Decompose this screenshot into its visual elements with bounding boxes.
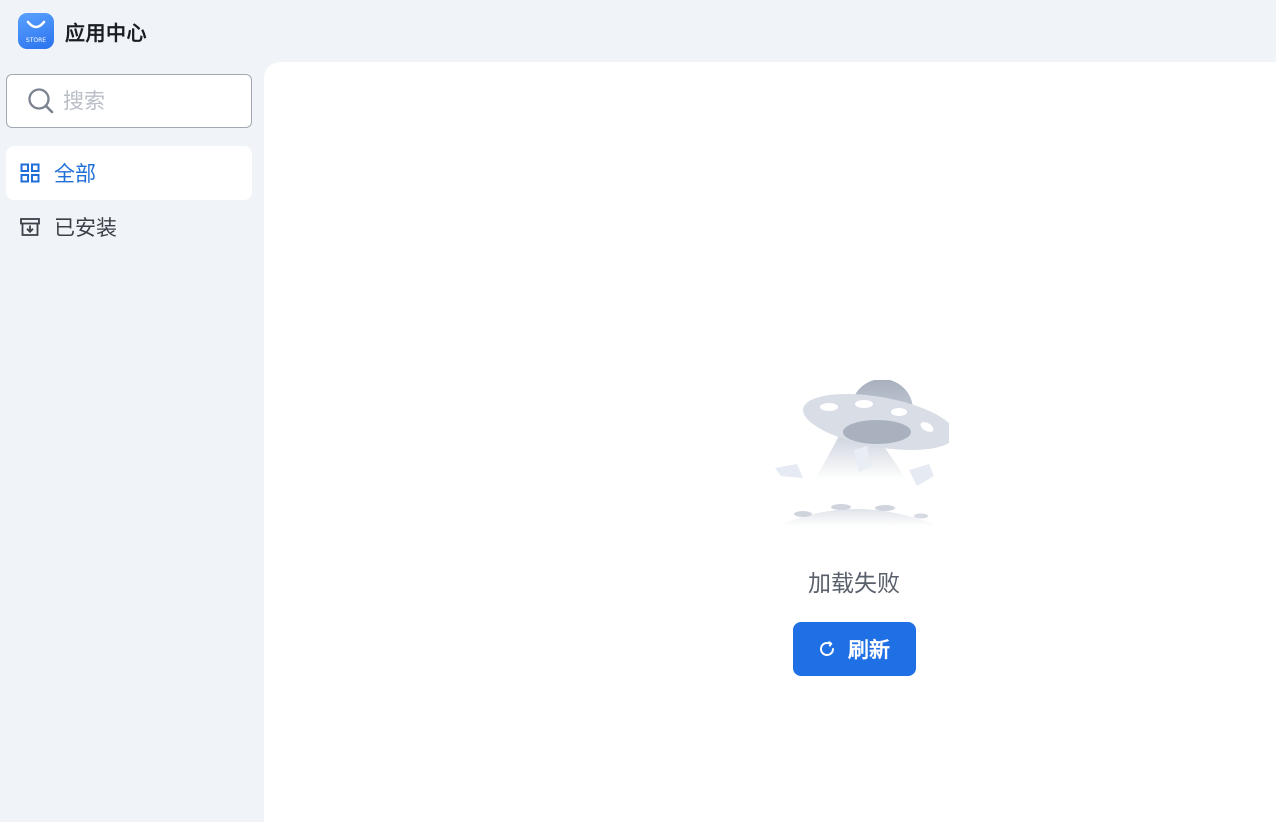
search-icon [28,88,54,114]
refresh-button[interactable]: 刷新 [792,622,916,676]
error-message: 加载失败 [808,571,900,597]
main-panel: 加载失败 刷新 [264,62,1276,822]
installed-box-icon [20,217,40,237]
sidebar-nav: 全部 已安装 [6,146,252,254]
sidebar-item-all[interactable]: 全部 [6,146,252,200]
refresh-label: 刷新 [848,638,890,662]
ufo-illustration [775,380,949,526]
search-input[interactable] [63,81,243,121]
app-header: STORE 应用中心 [0,0,1276,62]
refresh-icon [820,641,834,656]
sidebar-item-label: 已安装 [54,216,117,240]
app-title: 应用中心 [65,20,147,45]
empty-state: 加载失败 刷新 [724,380,984,676]
store-bag-icon: STORE [18,13,54,49]
sidebar-item-label: 全部 [54,162,96,186]
search-box[interactable] [6,74,252,128]
sidebar: 全部 已安装 [6,74,252,254]
sidebar-item-installed[interactable]: 已安装 [6,200,252,254]
logo-text: STORE [26,37,46,44]
grid-icon [20,163,40,183]
app-window: STORE 应用中心 全 [0,0,1276,822]
